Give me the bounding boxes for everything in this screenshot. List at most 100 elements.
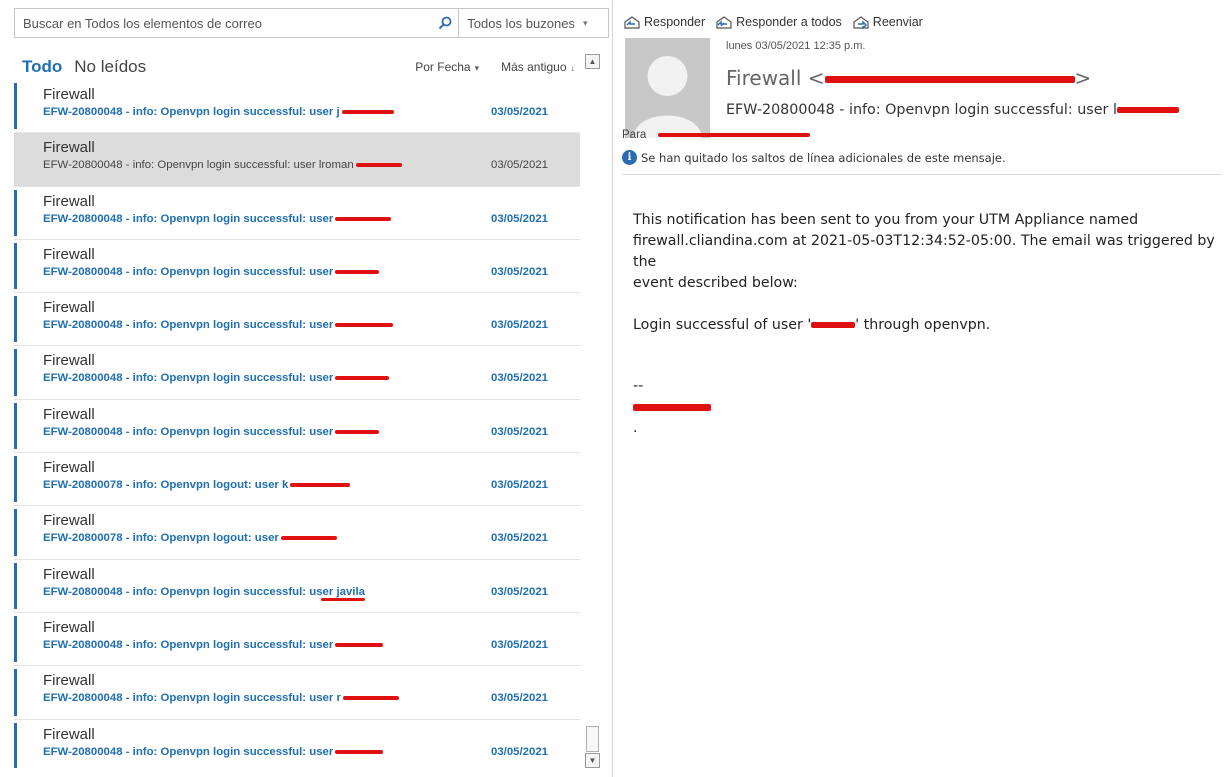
redaction-mark — [633, 403, 711, 411]
search-input[interactable] — [15, 9, 433, 37]
info-icon: i — [622, 150, 637, 165]
reply-label: Responder — [644, 15, 706, 29]
sort-order-label: Más antiguo — [501, 60, 567, 74]
message-subject: EFW-20800048 - info: Openvpn login succe… — [726, 102, 1179, 118]
message-body: This notification has been sent to you f… — [633, 210, 1218, 439]
message-list-item[interactable]: Firewall EFW-20800048 - info: Openvpn log… — [14, 240, 580, 294]
info-notice[interactable]: i Se han quitado los saltos de línea adi… — [622, 150, 1006, 165]
message-list-item[interactable]: Firewall EFW-20800048 - info: Openvpn log… — [14, 613, 580, 667]
message-subject-text: EFW-20800048 - info: Openvpn login succe… — [43, 692, 341, 705]
message-subject-text: EFW-20800048 - info: Openvpn login succe… — [43, 638, 334, 651]
message-list-pane: Todos los buzones ▾ Todo No leídos Por F… — [0, 0, 612, 777]
message-subject-text: EFW-20800048 - info: Openvpn login succe… — [43, 372, 334, 385]
reply-all-button[interactable]: Responder a todos — [715, 14, 842, 30]
message-subject-preview: EFW-20800048 - info: Openvpn login succe… — [43, 319, 394, 332]
body-text-part: ' through openvpn. — [855, 317, 991, 333]
body-text-part: Login successful of user ' — [633, 317, 812, 333]
redaction-mark — [335, 269, 380, 274]
message-subject-preview: EFW-20800078 - info: Openvpn logout: use… — [43, 532, 337, 544]
message-subject-text: EFW-20800048 - info: Openvpn login succe… — [43, 265, 334, 278]
body-line: event described below: — [633, 275, 798, 291]
message-subject-text: EFW-20800078 - info: Openvpn logout: use… — [43, 532, 279, 545]
message-date: 03/05/2021 — [490, 745, 548, 758]
message-subject-preview: EFW-20800048 - info: Openvpn login succe… — [43, 159, 402, 171]
chevron-down-icon: ▾ — [474, 63, 480, 73]
reading-pane: Responder Responder a todos Reenviar lun… — [613, 0, 1227, 777]
message-sender: Firewall — [43, 512, 95, 530]
message-sender: Firewall — [43, 245, 95, 263]
message-date: 03/05/2021 — [490, 638, 548, 651]
redaction-mark — [811, 322, 856, 328]
header-divider — [622, 174, 1222, 175]
message-list-item[interactable]: Firewall EFW-20800048 - info: Openvpn log… — [14, 293, 580, 347]
message-subject-text: EFW-20800048 - info: Openvpn login succe… — [43, 319, 334, 332]
message-list-scrollbar[interactable]: ▲ ▼ — [585, 48, 602, 768]
arrow-down-icon: ↓ — [570, 63, 576, 73]
sort-by-dropdown[interactable]: Por Fecha ▾ — [415, 60, 479, 74]
message-sender: Firewall — [43, 192, 95, 210]
message-list-item[interactable]: Firewall EFW-20800078 - info: Openvpn log… — [14, 453, 580, 507]
body-line: Login successful of user ' ' through open… — [633, 315, 1218, 336]
info-notice-text: Se han quitado los saltos de línea adici… — [641, 150, 1006, 165]
message-date: 03/05/2021 — [490, 692, 548, 705]
filter-unread-tab[interactable]: No leídos — [74, 57, 146, 77]
message-date: 03/05/2021 — [490, 319, 548, 332]
message-list-item[interactable]: Firewall EFW-20800048 - info: Openvpn log… — [14, 346, 580, 400]
mailbox-scope-dropdown[interactable]: Todos los buzones ▾ — [458, 9, 608, 37]
message-subject-text: EFW-20800048 - info: Openvpn login succe… — [726, 102, 1117, 118]
scroll-down-icon[interactable]: ▼ — [585, 753, 600, 768]
message-list: Firewall EFW-20800048 - info: Openvpn log… — [14, 80, 580, 768]
message-list-item[interactable]: Firewall EFW-20800048 - info: Openvpn log… — [14, 80, 580, 134]
message-date: 03/05/2021 — [490, 265, 548, 278]
redaction-mark — [342, 696, 399, 701]
message-sender: Firewall — [43, 86, 95, 103]
message-list-item[interactable]: Firewall EFW-20800048 - info: Openvpn log… — [14, 400, 580, 454]
sender-close: > — [1074, 66, 1092, 90]
message-sender: Firewall — [43, 565, 95, 583]
search-bar: Todos los buzones ▾ — [14, 8, 609, 38]
message-date: 03/05/2021 — [490, 159, 548, 172]
message-subject-text: EFW-20800048 - info: Openvpn login succe… — [43, 585, 365, 598]
message-list-item[interactable]: Firewall EFW-20800048 - info: Openvpn log… — [14, 133, 580, 187]
sender-name: Firewall < — [726, 66, 825, 90]
message-subject-text: EFW-20800048 - info: Openvpn login succe… — [43, 159, 354, 172]
message-sender: Firewall — [43, 352, 95, 370]
message-date: 03/05/2021 — [490, 106, 548, 118]
filter-all-tab[interactable]: Todo — [22, 57, 62, 77]
scroll-up-icon[interactable]: ▲ — [585, 54, 600, 69]
message-subject-preview: EFW-20800048 - info: Openvpn login succe… — [43, 638, 384, 651]
redaction-mark — [1116, 107, 1179, 113]
sort-order-toggle[interactable]: Más antiguo ↓ — [501, 60, 575, 74]
message-timestamp: lunes 03/05/2021 12:35 p.m. — [726, 40, 866, 52]
message-date: 03/05/2021 — [490, 212, 548, 225]
message-subject-preview: EFW-20800048 - info: Openvpn login succe… — [43, 213, 392, 225]
to-label: Para — [622, 129, 647, 141]
body-line: This notification has been sent to you f… — [633, 212, 1139, 228]
signature-dot: . — [633, 420, 638, 436]
message-list-item[interactable]: Firewall EFW-20800078 - info: Openvpn log… — [14, 506, 580, 560]
message-date: 03/05/2021 — [490, 425, 548, 438]
message-subject-preview: EFW-20800048 - info: Openvpn login succe… — [43, 265, 380, 278]
redaction-mark — [824, 76, 1075, 83]
message-list-item[interactable]: Firewall EFW-20800048 - info: Openvpn log… — [14, 187, 580, 240]
message-subject-preview: EFW-20800048 - info: Openvpn login succe… — [43, 745, 384, 758]
reply-all-label: Responder a todos — [736, 15, 842, 29]
message-sender: Firewall — [43, 618, 95, 636]
redaction-mark — [280, 536, 337, 541]
scroll-thumb[interactable] — [586, 726, 599, 752]
reply-all-icon — [716, 16, 732, 29]
message-subject-text: EFW-20800048 - info: Openvpn login succe… — [43, 745, 334, 758]
message-sender: Firewall — [43, 672, 95, 690]
reply-icon — [624, 16, 640, 29]
message-list-item[interactable]: Firewall EFW-20800048 - info: Openvpn log… — [14, 720, 580, 768]
message-subject-text: EFW-20800048 - info: Openvpn login succe… — [43, 106, 340, 118]
message-list-item[interactable]: Firewall EFW-20800048 - info: Openvpn log… — [14, 666, 580, 720]
search-icon[interactable] — [432, 9, 458, 37]
forward-button[interactable]: Reenviar — [852, 14, 923, 30]
reply-button[interactable]: Responder — [623, 14, 705, 30]
message-subject-preview: EFW-20800048 - info: Openvpn login succe… — [43, 426, 380, 438]
message-list-item[interactable]: Firewall EFW-20800048 - info: Openvpn log… — [14, 560, 580, 613]
message-sender: Firewall — [43, 139, 95, 157]
message-subject-preview: EFW-20800048 - info: Openvpn login succe… — [43, 586, 365, 601]
redaction-mark — [355, 163, 402, 168]
